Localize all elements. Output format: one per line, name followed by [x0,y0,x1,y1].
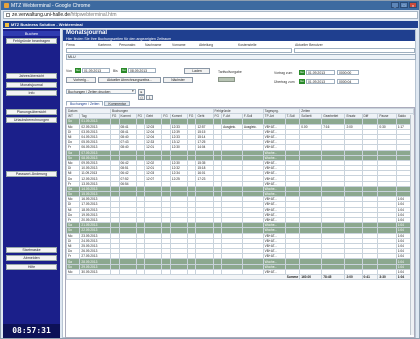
print-icon[interactable]: ⎙ [138,95,145,100]
vortrag-date: 01.09.2013 [306,70,335,75]
sidebar-item-urlaub[interactable]: Urlaubsberechnungen [6,117,57,123]
sidebar-item-planung[interactable]: Planungsübersicht [6,109,57,115]
mtz-logo-icon [5,22,9,27]
tab-kommentar[interactable]: Kommentar [104,101,130,106]
sum-diff: 0:41 [361,273,379,281]
sidebar-item-jahresuebersicht[interactable]: Jahresübersicht [6,73,57,79]
page-subtitle: Hier finden Sie Ihre Buchungszeilen für … [66,37,172,41]
von-ok-icon[interactable]: Go [75,68,81,73]
uebertrag-label: Übertrag zum [274,80,295,84]
clock: 08:57:31 [3,324,60,338]
maximize-button[interactable]: □ [400,2,408,8]
header-abteilung: Abteilung [199,43,214,47]
tab-bar: Buchungen / Zeiten Kommentar [66,101,130,106]
hilfe-button[interactable]: Hilfe [6,264,57,270]
print-select[interactable]: Buchungen / Zeiten drucken [66,89,136,94]
header-vorname: Vorname [172,43,186,47]
sidebar: Buchen Fehlgründe beantragen Jahresübers… [3,29,60,338]
von-date-input[interactable]: 01.09.2013 [82,68,110,73]
header-firma: Firma [66,43,75,47]
sidebar-item-monatsjournal[interactable]: Monatsjournal [6,82,57,88]
sidebar-item-info[interactable]: Info [6,90,57,96]
header-personalnr: Personalnr. [119,43,137,47]
sum-gearbeitet: 78:45 [321,273,346,281]
tab-buchungen[interactable]: Buchungen / Zeiten [66,101,104,106]
grid-scrollbar[interactable] [410,115,414,335]
app-icon [4,3,9,8]
journal-table: Datum Buchungen Fehlgründe Tagesprg. Zei… [66,108,414,281]
sidebar-item-passwort[interactable]: Passwort-Änderung [6,171,57,177]
export-icon[interactable]: ⇩ [146,95,153,100]
bis-ok-icon[interactable]: Go [121,68,127,73]
header-kartennr: Kartennr. [98,43,112,47]
abrechnungszeitraum-button[interactable]: Aktueller Abrechnungszeitra... [98,77,161,83]
vorheriger-button[interactable]: Vorherig... [66,77,96,83]
vortrag-ok-icon: Go [299,70,305,75]
page-title: Monatsjournal [66,30,108,36]
chevron-down-icon[interactable]: ▾ [132,89,134,93]
current-user-field[interactable] [294,48,415,53]
sidebar-item-fehlgruende[interactable]: Fehlgründe beantragen [6,38,57,44]
window-title: MTZ Webterminal - Google Chrome [11,2,91,9]
sum-row: Summe 160.00 78:45 2:00 0:41 3:30 1:04 [66,273,414,281]
employee-search-field[interactable] [66,48,292,53]
laden-button[interactable]: Laden [184,68,210,74]
page-icon [6,13,10,17]
tarif-label: Tarifsollvorgabe [218,70,242,74]
bis-label: Bis [113,69,118,73]
sum-pause: 3:30 [377,273,397,281]
uebertrag-value: 0000:04 [337,79,359,84]
address-bar[interactable]: ze.verwaltung.uni-halle.de /httpwebtermi… [3,11,418,19]
header-nachname: Nachname [145,43,162,47]
journal-grid: Datum Buchungen Fehlgründe Tagesprg. Zei… [65,107,415,338]
naechster-button[interactable]: Nächster [163,77,193,83]
tarif-indicator [218,77,235,82]
address-path: /httpwebterminal.htm [70,12,117,18]
uebertrag-ok-icon: Go [299,79,305,84]
employee-row[interactable]: MLU [66,54,416,60]
sum-label: Summe [66,273,301,281]
uebertrag-date: 01.09.2013 [306,79,335,84]
startmaske-button[interactable]: Startmaske [6,247,57,253]
main-panel: Monatsjournal Hier finden Sie Ihre Buchu… [62,29,416,338]
minimize-button[interactable]: _ [391,2,399,8]
von-label: Von [66,69,72,73]
vortrag-value: 0000:00 [337,70,359,75]
page-header: Monatsjournal Hier finden Sie Ihre Buchu… [63,30,415,41]
app-title: MTZ Business Solution - Webterminal [11,22,83,27]
title-bar: MTZ Webterminal - Google Chrome _ □ x [1,1,419,10]
sidebar-header: Buchen [3,31,60,36]
address-domain: ze.verwaltung.uni-halle.de [12,12,71,18]
abmelden-button[interactable]: Abmelden [6,255,57,261]
app-header: MTZ Business Solution - Webterminal [3,21,418,28]
window-controls: _ □ x [391,2,417,8]
header-benutzer: Aktueller Benutzer [295,43,323,47]
browser-window: MTZ Webterminal - Google Chrome _ □ x ze… [0,0,420,339]
close-button[interactable]: x [409,2,417,8]
sum-sollzeit: 160.00 [299,273,323,281]
bis-date-input[interactable]: 08.09.2013 [128,68,156,73]
sum-ersatz: 2:00 [344,273,363,281]
header-kostenstelle: Kostenstelle [238,43,257,47]
vortrag-label: Vortrag zum [274,71,293,75]
journal-rows: So 01.09.2013 Mo 02.09.2013 08:41 12:03 12:33 1… [66,118,414,276]
